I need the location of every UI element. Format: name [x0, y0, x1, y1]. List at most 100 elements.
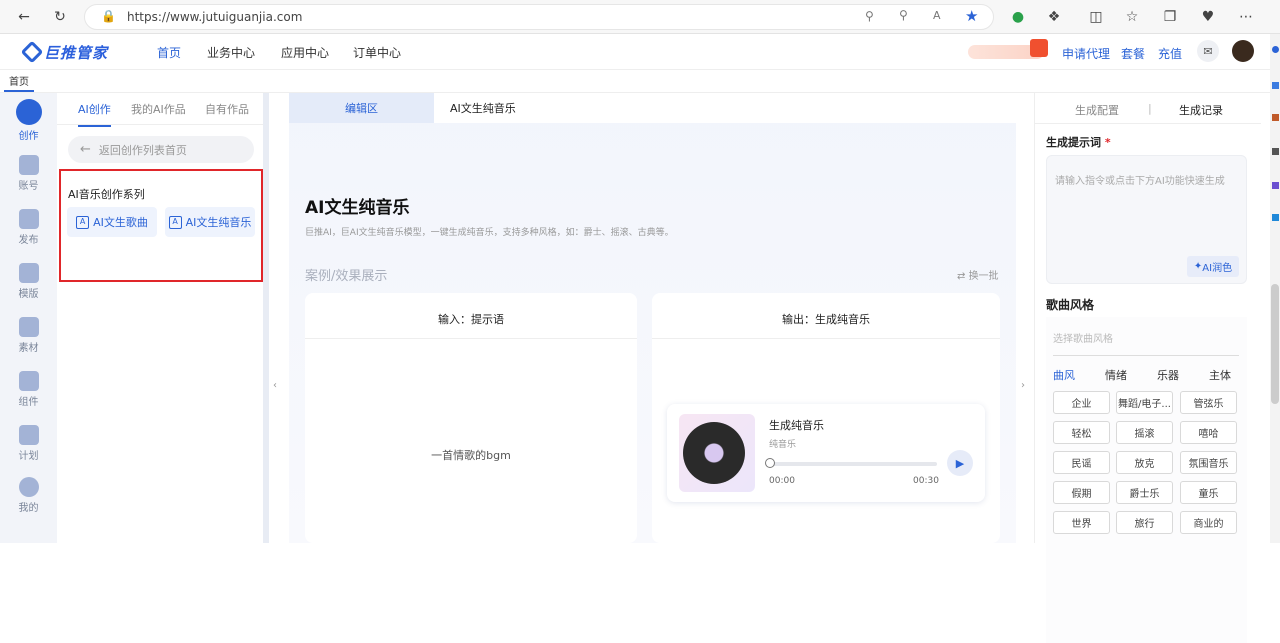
puzzle-icon [18, 371, 39, 391]
tools-icon[interactable] [1272, 148, 1279, 155]
tab-own-works[interactable]: 自有作品 [205, 101, 249, 117]
outlook-icon[interactable] [1272, 214, 1279, 221]
apply-agent-link[interactable]: 申请代理 [1062, 45, 1110, 62]
recharge-link[interactable]: 充值 [1158, 45, 1182, 62]
extension-shield-icon[interactable]: ● [1008, 7, 1028, 27]
tab-my-ai-works[interactable]: 我的AI作品 [131, 101, 186, 117]
favorites-icon[interactable]: ☆ [1122, 7, 1142, 27]
progress-bar[interactable] [769, 462, 937, 466]
ai-text-to-song-button[interactable]: A AI文生歌曲 [67, 207, 157, 237]
tab-current-title[interactable]: AI文生纯音乐 [434, 93, 1016, 123]
shopping-icon[interactable] [1272, 114, 1279, 121]
health-icon[interactable]: ♥ [1198, 7, 1218, 27]
section-title: 案例/效果展示 [305, 269, 388, 284]
style-option[interactable]: 管弦乐 [1180, 391, 1237, 414]
tab-generate-record[interactable]: 生成记录 [1179, 102, 1223, 118]
calendar-icon [18, 425, 39, 445]
generation-config-panel: 生成配置 | 生成记录 生成提示词 * 请输入指令或点击下方AI功能快速生成 ✦… [1034, 93, 1261, 643]
users-icon [18, 155, 39, 175]
ai-polish-button[interactable]: ✦ AI润色 [1187, 256, 1239, 277]
nav-orders[interactable]: 订单中心 [353, 44, 401, 61]
sidebar-label: 模版 [18, 289, 39, 300]
style-label: 歌曲风格 [1046, 298, 1095, 312]
style-option[interactable]: 世界 [1053, 511, 1110, 534]
extensions-icon[interactable]: ❖ [1044, 7, 1064, 27]
divider [1035, 123, 1261, 124]
prompt-placeholder: 请输入指令或点击下方AI功能快速生成 [1055, 176, 1225, 187]
sidebar-item-template[interactable]: 模版 [0, 263, 57, 300]
ai-text-to-music-button[interactable]: A AI文生纯音乐 [165, 207, 255, 237]
style-option[interactable]: 企业 [1053, 391, 1110, 414]
read-aloud-icon[interactable]: A [933, 9, 941, 22]
style-option[interactable]: 商业的 [1180, 511, 1237, 534]
search-icon[interactable] [1272, 46, 1279, 53]
style-option[interactable]: 童乐 [1180, 481, 1237, 504]
sidebar-item-account[interactable]: 账号 [0, 155, 57, 192]
button-label: AI文生歌曲 [93, 216, 148, 229]
more-icon[interactable]: ⋯ [1236, 7, 1256, 27]
back-icon[interactable]: ← [14, 7, 34, 27]
nav-business[interactable]: 业务中心 [207, 44, 255, 61]
style-option[interactable]: 嘻哈 [1180, 421, 1237, 444]
output-card: 输出：生成纯音乐 生成纯音乐 纯音乐 ▶ 00:00 00:30 [652, 293, 1000, 543]
gift-icon[interactable] [1030, 39, 1048, 57]
style-tab-genre[interactable]: 曲风 [1053, 367, 1075, 383]
magic-wand-icon: ✦ [1193, 261, 1203, 272]
sidebar-item-component[interactable]: 组件 [0, 371, 57, 408]
app-header: 巨推管家 首页 业务中心 应用中心 订单中心 申请代理 套餐 充值 ✉ [0, 34, 1270, 70]
sidebar-item-plan[interactable]: 计划 [0, 425, 57, 462]
publish-icon [18, 209, 39, 229]
time-start: 00:00 [769, 476, 795, 486]
ai-icon: A [76, 215, 90, 229]
split-screen-icon[interactable]: ◫ [1086, 7, 1106, 27]
style-option[interactable]: 民谣 [1053, 451, 1110, 474]
nav-apps[interactable]: 应用中心 [281, 44, 329, 61]
style-option[interactable]: 轻松 [1053, 421, 1110, 444]
style-tab-instrument[interactable]: 乐器 [1157, 367, 1179, 383]
style-search-input[interactable]: 选择歌曲风格 [1053, 330, 1113, 345]
collapse-right-icon[interactable]: › [1021, 380, 1025, 391]
scrollbar[interactable] [1271, 284, 1279, 404]
collapse-left-icon[interactable]: ‹ [273, 380, 277, 391]
style-option[interactable]: 舞蹈/电子... [1116, 391, 1173, 414]
nav-home[interactable]: 首页 [157, 44, 181, 61]
prompt-textarea[interactable]: 请输入指令或点击下方AI功能快速生成 ✦ AI润色 [1046, 155, 1247, 284]
collections-icon[interactable]: ❐ [1160, 7, 1180, 27]
package-link[interactable]: 套餐 [1121, 45, 1145, 62]
key-icon[interactable]: ⚲ [865, 9, 874, 23]
divider [57, 124, 263, 125]
refresh-batch-link[interactable]: ⇄ 换一批 [957, 267, 999, 282]
style-option[interactable]: 放克 [1116, 451, 1173, 474]
sidebar-item-publish[interactable]: 发布 [0, 209, 57, 246]
zoom-icon[interactable]: ⚲ [899, 8, 908, 22]
sidebar-label: 计划 [18, 451, 39, 462]
input-card: 输入：提示语 一首情歌的bgm [305, 293, 637, 543]
refresh-icon[interactable]: ↻ [50, 7, 70, 27]
mail-icon[interactable]: ✉ [1197, 40, 1219, 62]
logo-text: 巨推管家 [44, 43, 109, 62]
sidebar-item-mine[interactable]: 我的 [0, 477, 57, 514]
style-tab-subject[interactable]: 主体 [1209, 367, 1231, 383]
style-option[interactable]: 旅行 [1116, 511, 1173, 534]
copilot-icon[interactable] [1272, 82, 1279, 89]
sidebar-label: 账号 [18, 181, 39, 192]
sidebar-item-material[interactable]: 素材 [0, 317, 57, 354]
back-to-list-button[interactable]: ← 返回创作列表首页 [68, 136, 254, 163]
style-tab-mood[interactable]: 情绪 [1105, 367, 1127, 383]
avatar[interactable] [1232, 40, 1254, 62]
games-icon[interactable] [1272, 182, 1279, 189]
play-icon[interactable]: ▶ [947, 450, 973, 476]
sidebar-item-create[interactable]: 创作 [0, 99, 57, 142]
style-option[interactable]: 假期 [1053, 481, 1110, 504]
style-option[interactable]: 氛围音乐 [1180, 451, 1237, 474]
favorite-star-icon[interactable]: ★ [965, 7, 978, 25]
logo[interactable]: 巨推管家 [20, 40, 109, 64]
tab-generate-config[interactable]: 生成配置 [1075, 102, 1119, 118]
tab-edit-area[interactable]: 编辑区 [289, 93, 434, 123]
lock-icon: 🔒 [101, 9, 116, 23]
style-option[interactable]: 摇滚 [1116, 421, 1173, 444]
progress-handle[interactable] [765, 458, 775, 468]
style-option[interactable]: 爵士乐 [1116, 481, 1173, 504]
address-bar[interactable]: 🔒 https://www.jutuiguanjia.com ⚲ ⚲ A ★ [84, 4, 994, 30]
tab-home[interactable]: 首页 [4, 70, 34, 92]
